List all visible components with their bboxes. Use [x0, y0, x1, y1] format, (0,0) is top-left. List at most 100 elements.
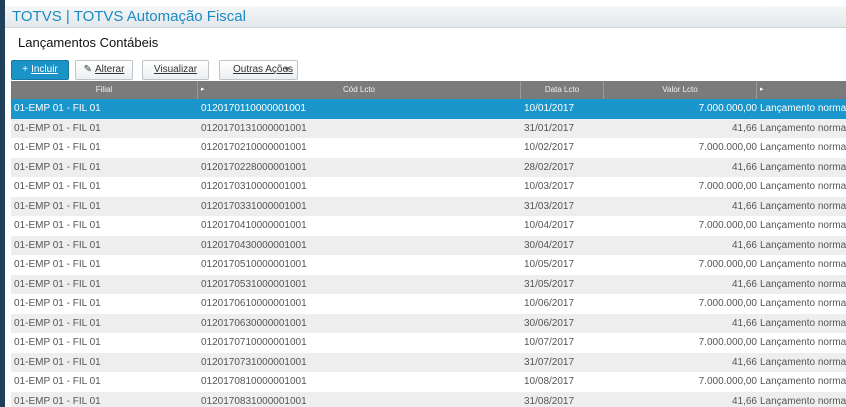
cell-filial: 01-EMP 01 - FIL 01 — [14, 122, 101, 134]
table-row[interactable]: 01-EMP 01 - FIL 01 0120170410000001001 10/… — [11, 216, 846, 236]
cell-valor-lcto: 41,66 — [731, 239, 757, 251]
cell-filial: 01-EMP 01 - FIL 01 — [14, 200, 101, 212]
cell-filial: 01-EMP 01 - FIL 01 — [14, 337, 101, 348]
page-title: Lançamentos Contábeis — [18, 35, 159, 50]
cell-cod-lcto: 0120170630000001001 — [201, 317, 307, 329]
grid-body: 01-EMP 01 - FIL 01 0120170110000001001 10/… — [11, 99, 846, 407]
cell-tipo: Lançamento normal — [760, 200, 846, 212]
column-header-valor-lcto[interactable]: Valor Lcto — [604, 81, 757, 99]
table-row[interactable]: 01-EMP 01 - FIL 01 0120170131000001001 31/… — [11, 118, 846, 138]
cell-data-lcto: 30/06/2017 — [524, 317, 575, 329]
table-row[interactable]: 01-EMP 01 - FIL 01 0120170510000001001 10/… — [11, 255, 846, 275]
cell-data-lcto: 10/01/2017 — [524, 103, 575, 114]
cell-cod-lcto: 0120170831000001001 — [201, 395, 307, 407]
cell-cod-lcto: 0120170331000001001 — [201, 200, 307, 212]
column-header-filial[interactable]: Filial — [11, 81, 198, 99]
cell-cod-lcto: 0120170410000001001 — [201, 220, 307, 231]
cell-cod-lcto: 0120170610000001001 — [201, 298, 307, 309]
cell-filial: 01-EMP 01 - FIL 01 — [14, 356, 101, 368]
cell-data-lcto: 30/04/2017 — [524, 239, 575, 251]
cell-valor-lcto: 7.000.000,00 — [698, 259, 757, 270]
cell-data-lcto: 10/02/2017 — [524, 142, 575, 153]
cell-valor-lcto: 7.000.000,00 — [698, 376, 757, 387]
cell-filial: 01-EMP 01 - FIL 01 — [14, 239, 101, 251]
cell-valor-lcto: 41,66 — [731, 278, 757, 290]
table-row[interactable]: 01-EMP 01 - FIL 01 0120170110000001001 10/… — [11, 99, 846, 119]
visualizar-label: Visualizar — [153, 64, 198, 75]
table-row[interactable]: 01-EMP 01 - FIL 01 0120170831000001001 31/… — [11, 391, 846, 407]
cell-tipo: Lançamento normal — [760, 220, 846, 231]
cell-valor-lcto: 41,66 — [731, 122, 757, 134]
cell-tipo: Lançamento normal — [760, 317, 846, 329]
cell-tipo: Lançamento normal — [760, 181, 846, 192]
lancamentos-grid: Filial ▸ Cód Lcto Data Lcto Valor Lcto ▸… — [11, 81, 846, 407]
incluir-label: Incluir — [31, 64, 58, 75]
cell-tipo: Lançamento normal — [760, 298, 846, 309]
cell-tipo: Lançamento normal — [760, 259, 846, 270]
grid-header: Filial ▸ Cód Lcto Data Lcto Valor Lcto ▸ — [11, 81, 846, 99]
cell-valor-lcto: 41,66 — [731, 200, 757, 212]
table-row[interactable]: 01-EMP 01 - FIL 01 0120170531000001001 31/… — [11, 274, 846, 294]
cell-cod-lcto: 0120170810000001001 — [201, 376, 307, 387]
filial-header-label: Filial — [95, 85, 113, 94]
cell-data-lcto: 31/01/2017 — [524, 122, 575, 134]
cell-valor-lcto: 7.000.000,00 — [698, 220, 757, 231]
cell-cod-lcto: 0120170110000001001 — [201, 103, 306, 114]
cell-filial: 01-EMP 01 - FIL 01 — [14, 220, 101, 231]
cell-data-lcto: 10/03/2017 — [524, 181, 575, 192]
table-row[interactable]: 01-EMP 01 - FIL 01 0120170430000001001 30/… — [11, 235, 846, 255]
table-row[interactable]: 01-EMP 01 - FIL 01 0120170731000001001 31/… — [11, 352, 846, 372]
cell-tipo: Lançamento normal — [760, 278, 846, 290]
cell-valor-lcto: 7.000.000,00 — [698, 298, 757, 309]
cell-data-lcto: 28/02/2017 — [524, 161, 575, 173]
cell-data-lcto: 31/07/2017 — [524, 356, 575, 368]
visualizar-button[interactable]: Visualizar — [142, 60, 209, 80]
alterar-button[interactable]: ✎ Alterar — [75, 60, 133, 80]
cell-data-lcto: 31/08/2017 — [524, 395, 575, 407]
table-row[interactable]: 01-EMP 01 - FIL 01 0120170228000001001 28/… — [11, 157, 846, 177]
cell-valor-lcto: 41,66 — [731, 356, 757, 368]
cell-cod-lcto: 0120170430000001001 — [201, 239, 307, 251]
cod-header-label: Cód Lcto — [342, 85, 376, 94]
cell-cod-lcto: 0120170731000001001 — [201, 356, 307, 368]
table-row[interactable]: 01-EMP 01 - FIL 01 0120170630000001001 30/… — [11, 313, 846, 333]
cell-data-lcto: 10/08/2017 — [524, 376, 575, 387]
cell-filial: 01-EMP 01 - FIL 01 — [14, 376, 101, 387]
outras-acoes-dropdown[interactable]: Outras Ações ▼ — [219, 60, 298, 80]
cell-tipo: Lançamento normal — [760, 337, 846, 348]
cell-valor-lcto: 41,66 — [731, 395, 757, 407]
table-row[interactable]: 01-EMP 01 - FIL 01 0120170610000001001 10/… — [11, 294, 846, 314]
cell-data-lcto: 10/06/2017 — [524, 298, 575, 309]
cell-filial: 01-EMP 01 - FIL 01 — [14, 103, 101, 114]
cell-data-lcto: 10/04/2017 — [524, 220, 575, 231]
cell-cod-lcto: 0120170210000001001 — [201, 142, 307, 153]
cell-tipo: Lançamento normal — [760, 103, 846, 114]
cell-tipo: Lançamento normal — [760, 376, 846, 387]
valor-header-label: Valor Lcto — [662, 85, 698, 94]
column-header-extra[interactable]: ▸ — [757, 81, 846, 99]
cell-cod-lcto: 0120170710000001001 — [201, 337, 307, 348]
cell-data-lcto: 10/07/2017 — [524, 337, 575, 348]
table-row[interactable]: 01-EMP 01 - FIL 01 0120170810000001001 10/… — [11, 372, 846, 392]
cell-filial: 01-EMP 01 - FIL 01 — [14, 395, 101, 407]
cell-filial: 01-EMP 01 - FIL 01 — [14, 259, 101, 270]
cell-valor-lcto: 7.000.000,00 — [698, 103, 757, 114]
table-row[interactable]: 01-EMP 01 - FIL 01 0120170310000001001 10/… — [11, 177, 846, 197]
cell-filial: 01-EMP 01 - FIL 01 — [14, 142, 101, 153]
cell-valor-lcto: 7.000.000,00 — [698, 142, 757, 153]
cell-filial: 01-EMP 01 - FIL 01 — [14, 317, 101, 329]
table-row[interactable]: 01-EMP 01 - FIL 01 0120170331000001001 31/… — [11, 196, 846, 216]
cell-cod-lcto: 0120170531000001001 — [201, 278, 307, 290]
column-header-data-lcto[interactable]: Data Lcto — [521, 81, 604, 99]
cell-valor-lcto: 7.000.000,00 — [698, 181, 757, 192]
table-row[interactable]: 01-EMP 01 - FIL 01 0120170710000001001 10/… — [11, 333, 846, 353]
column-header-cod-lcto[interactable]: ▸ Cód Lcto — [198, 81, 521, 99]
app-title: TOTVS | TOTVS Automação Fiscal — [12, 8, 246, 25]
cell-valor-lcto: 41,66 — [731, 317, 757, 329]
cell-cod-lcto: 0120170510000001001 — [201, 259, 307, 270]
table-row[interactable]: 01-EMP 01 - FIL 01 0120170210000001001 10/… — [11, 138, 846, 158]
plus-icon: + — [22, 64, 29, 75]
incluir-button[interactable]: + Incluir — [11, 60, 69, 80]
pencil-icon: ✎ — [83, 64, 92, 75]
sort-arrow-icon: ▸ — [201, 86, 205, 93]
